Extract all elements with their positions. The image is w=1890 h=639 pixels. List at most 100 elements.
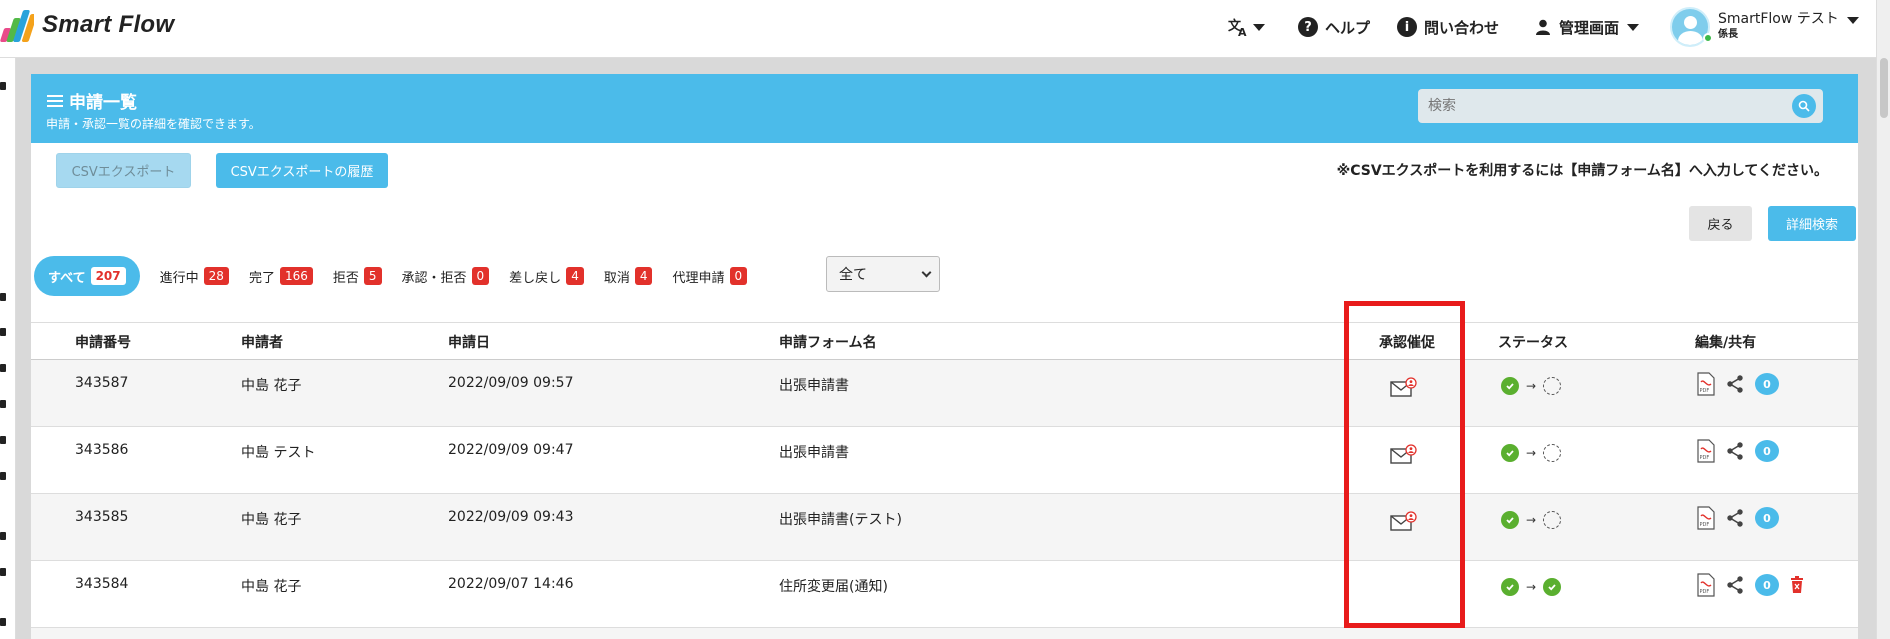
chevron-down-icon: [1846, 16, 1859, 24]
search-button[interactable]: [1792, 94, 1816, 118]
mail-alert-icon[interactable]: [1390, 511, 1418, 531]
table-row[interactable]: 343585 中島 花子 2022/09/09 09:43 出張申請書(テスト)…: [31, 494, 1858, 561]
share-icon[interactable]: [1725, 441, 1745, 461]
contact-link[interactable]: i 問い合わせ: [1397, 0, 1499, 54]
page-scrollbar[interactable]: [1876, 0, 1890, 639]
top-bar: Smart Flow 文A ? ヘルプ i 問い合わせ 管理画面 SmartFl…: [0, 0, 1890, 58]
card-header: 申請一覧 申請・承認一覧の詳細を確認できます。: [31, 74, 1858, 143]
sidebar-icon[interactable]: [0, 436, 6, 444]
share-icon[interactable]: [1725, 575, 1745, 595]
svg-text:A: A: [1238, 26, 1247, 37]
sidebar-icon[interactable]: [0, 532, 6, 540]
csv-export-button[interactable]: CSVエクスポート: [56, 153, 191, 188]
mail-alert-icon[interactable]: [1390, 444, 1418, 464]
cell-form: 出張申請書(テスト): [779, 512, 902, 528]
col-status: ステータス: [1498, 335, 1568, 351]
chat-icon[interactable]: 0: [1755, 440, 1779, 462]
col-edit-share: 編集/共有: [1695, 335, 1757, 351]
tab-returned[interactable]: 差し戻し 4: [509, 256, 584, 296]
cell-id: 343587: [75, 375, 129, 391]
logo-mark-icon: [0, 8, 34, 42]
sidebar-icon[interactable]: [0, 328, 6, 336]
search-icon: [1798, 100, 1810, 112]
csv-history-button[interactable]: CSVエクスポートの履歴: [216, 153, 388, 188]
cell-applicant: 中島 花子: [241, 579, 302, 595]
tab-all[interactable]: すべて 207: [34, 256, 140, 296]
table-row[interactable]: [31, 628, 1858, 639]
pdf-icon[interactable]: PDF: [1697, 439, 1715, 463]
sidebar: [0, 58, 16, 639]
user-menu[interactable]: SmartFlow テスト 係長: [1670, 0, 1859, 54]
page-title: 申請一覧: [47, 88, 137, 113]
cell-id: 343585: [75, 509, 129, 525]
status-flow: →: [1501, 377, 1562, 395]
sidebar-icon[interactable]: [0, 293, 6, 301]
page-title-text: 申請一覧: [69, 93, 137, 113]
status-flow: →: [1501, 578, 1562, 596]
col-application-number[interactable]: 申請番号: [75, 332, 131, 352]
tab-cancelled[interactable]: 取消 4: [604, 256, 653, 296]
help-label: ヘルプ: [1325, 18, 1371, 37]
back-button[interactable]: 戻る: [1689, 206, 1752, 241]
svg-text:PDF: PDF: [1700, 589, 1710, 595]
cell-applicant: 中島 花子: [241, 378, 302, 394]
chat-icon[interactable]: 0: [1755, 574, 1779, 596]
tab-in-progress[interactable]: 進行中 28: [160, 256, 229, 296]
chat-icon[interactable]: 0: [1755, 507, 1779, 529]
share-icon[interactable]: [1725, 508, 1745, 528]
search-box: [1418, 89, 1823, 123]
pdf-icon[interactable]: PDF: [1697, 506, 1715, 530]
table-row[interactable]: 343587 中島 花子 2022/09/09 09:57 出張申請書 → PD…: [31, 360, 1858, 427]
tab-proxy[interactable]: 代理申請 0: [672, 256, 748, 296]
tab-completed[interactable]: 完了 166: [249, 256, 313, 296]
table-row[interactable]: 343584 中島 花子 2022/09/07 14:46 住所変更届(通知) …: [31, 561, 1858, 628]
svg-text:PDF: PDF: [1700, 388, 1710, 394]
col-applicant[interactable]: 申請者: [241, 332, 283, 352]
chevron-down-icon: [921, 267, 932, 278]
sidebar-icon[interactable]: [0, 82, 6, 90]
svg-text:PDF: PDF: [1700, 455, 1710, 461]
cell-date: 2022/09/09 09:47: [448, 442, 574, 458]
chat-icon[interactable]: 0: [1755, 373, 1779, 395]
admin-menu[interactable]: 管理画面: [1535, 0, 1640, 54]
info-icon: i: [1397, 17, 1417, 37]
col-approval-reminder: 承認催促: [1379, 335, 1435, 351]
language-menu[interactable]: 文A: [1228, 0, 1265, 54]
online-status-dot: [1703, 33, 1713, 43]
sidebar-icon[interactable]: [0, 400, 6, 408]
trash-icon[interactable]: [1789, 576, 1805, 594]
filter-select[interactable]: 全て: [826, 256, 940, 292]
tab-approve-reject[interactable]: 承認・拒否 0: [402, 256, 490, 296]
share-icon[interactable]: [1725, 374, 1745, 394]
sidebar-icon[interactable]: [0, 472, 6, 480]
edit-share-tools: PDF 0: [1697, 573, 1805, 597]
admin-label: 管理画面: [1559, 18, 1620, 37]
help-icon: ?: [1298, 17, 1318, 37]
sidebar-icon[interactable]: [0, 568, 6, 576]
pdf-icon[interactable]: PDF: [1697, 372, 1715, 396]
search-input[interactable]: [1418, 89, 1778, 123]
sidebar-icon[interactable]: [0, 618, 6, 626]
svg-text:PDF: PDF: [1700, 522, 1710, 528]
check-icon: [1501, 444, 1519, 462]
advanced-search-button[interactable]: 詳細検索: [1768, 206, 1856, 241]
user-icon: [1535, 19, 1551, 35]
mail-alert-icon[interactable]: [1390, 377, 1418, 397]
sidebar-icon[interactable]: [0, 364, 6, 372]
cell-id: 343586: [75, 442, 129, 458]
help-link[interactable]: ? ヘルプ: [1298, 0, 1370, 54]
cell-form: 住所変更届(通知): [779, 579, 888, 595]
logo-text: Smart Flow: [42, 11, 175, 38]
tab-rejected[interactable]: 拒否 5: [333, 256, 382, 296]
table-row[interactable]: 343586 中島 テスト 2022/09/09 09:47 出張申請書 → P…: [31, 427, 1858, 494]
edit-share-tools: PDF 0: [1697, 372, 1779, 396]
pdf-icon[interactable]: PDF: [1697, 573, 1715, 597]
col-application-date[interactable]: 申請日: [448, 332, 490, 352]
edit-share-tools: PDF 0: [1697, 506, 1779, 530]
col-form-name[interactable]: 申請フォーム名: [779, 332, 877, 352]
cell-form: 出張申請書: [779, 378, 849, 394]
status-flow: →: [1501, 511, 1562, 529]
chevron-down-icon: [1627, 23, 1640, 31]
cell-date: 2022/09/07 14:46: [448, 576, 574, 592]
logo[interactable]: Smart Flow: [0, 8, 174, 42]
